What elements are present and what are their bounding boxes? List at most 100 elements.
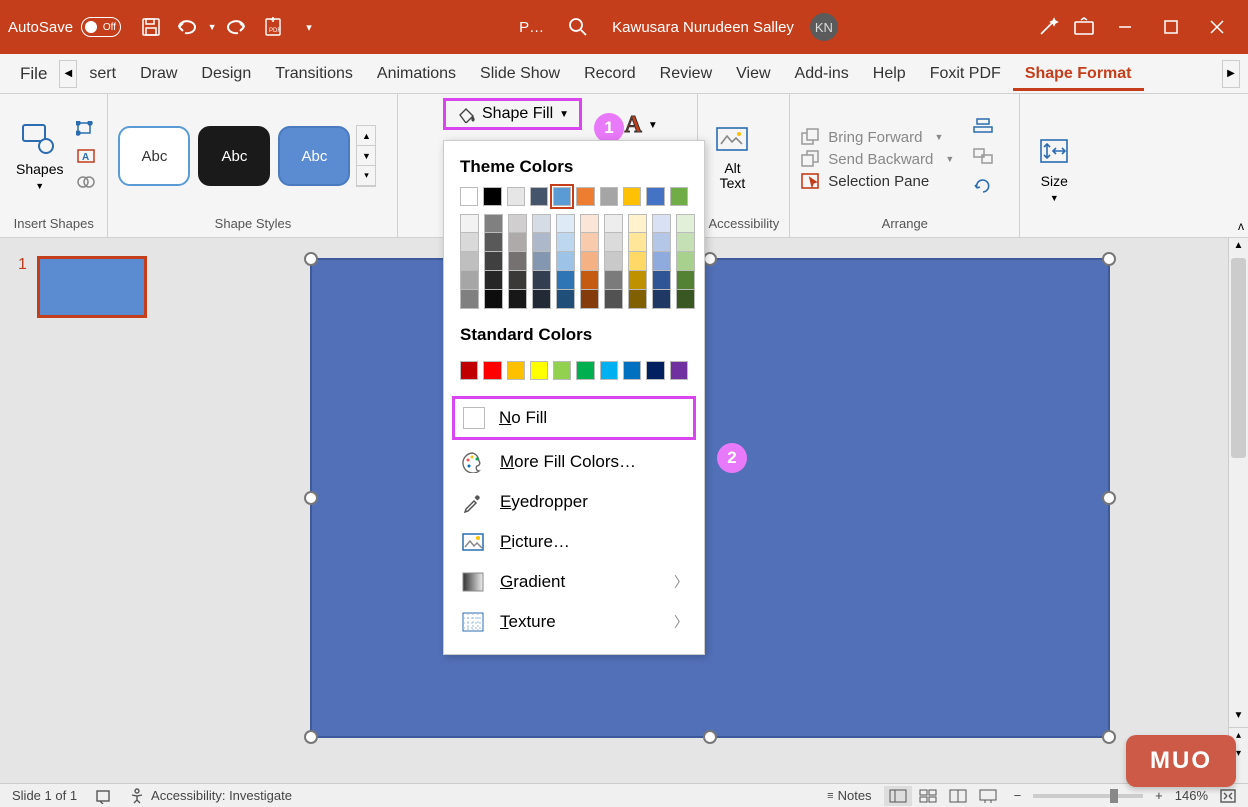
tab-transitions[interactable]: Transitions	[263, 57, 365, 91]
shade-swatch[interactable]	[508, 252, 527, 271]
shade-swatch[interactable]	[580, 252, 599, 271]
theme-color-swatch[interactable]	[646, 187, 664, 206]
sorter-view-icon[interactable]	[914, 786, 942, 806]
shade-swatch[interactable]	[460, 214, 479, 233]
slideshow-view-icon[interactable]	[974, 786, 1002, 806]
shade-swatch[interactable]	[676, 290, 695, 309]
shade-swatch[interactable]	[676, 252, 695, 271]
shade-swatch[interactable]	[580, 271, 599, 290]
shade-swatch[interactable]	[652, 233, 671, 252]
shade-swatch[interactable]	[676, 233, 695, 252]
shade-swatch[interactable]	[460, 271, 479, 290]
send-backward-button[interactable]: Send Backward▼	[800, 150, 954, 168]
theme-color-swatch[interactable]	[600, 187, 618, 206]
tab-design[interactable]: Design	[189, 57, 263, 91]
zoom-level[interactable]: 146%	[1175, 788, 1208, 803]
magic-wand-icon[interactable]	[1030, 9, 1066, 45]
gallery-more-icon[interactable]: ▾	[357, 166, 375, 186]
notes-button[interactable]: ≡Notes	[827, 788, 871, 803]
tab-record[interactable]: Record	[572, 57, 648, 91]
shade-swatch[interactable]	[604, 252, 623, 271]
shade-swatch[interactable]	[628, 290, 647, 309]
user-avatar[interactable]: KN	[810, 13, 838, 41]
gradient-fill-item[interactable]: Gradient 〉	[444, 562, 704, 602]
shade-swatch[interactable]	[532, 252, 551, 271]
group-icon[interactable]	[972, 146, 994, 166]
texture-fill-item[interactable]: Texture 〉	[444, 602, 704, 642]
standard-color-swatch[interactable]	[460, 361, 478, 380]
tab-view[interactable]: View	[724, 57, 782, 91]
shade-swatch[interactable]	[580, 290, 599, 309]
close-button[interactable]	[1194, 4, 1240, 50]
picture-fill-item[interactable]: Picture…	[444, 522, 704, 562]
vertical-scrollbar[interactable]: ▲ ▼ ▴ ▾	[1228, 238, 1248, 783]
display-mode-icon[interactable]	[1066, 9, 1102, 45]
theme-color-swatch[interactable]	[576, 187, 594, 206]
standard-color-swatch[interactable]	[483, 361, 501, 380]
gallery-up-icon[interactable]: ▲	[357, 126, 375, 146]
autosave-control[interactable]: AutoSave Off	[8, 17, 121, 37]
tab-insert[interactable]: sert	[77, 57, 128, 91]
shade-swatch[interactable]	[652, 290, 671, 309]
theme-color-swatch[interactable]	[553, 187, 571, 206]
standard-color-swatch[interactable]	[623, 361, 641, 380]
save-icon[interactable]	[133, 9, 169, 45]
tab-animations[interactable]: Animations	[365, 57, 468, 91]
standard-color-swatch[interactable]	[670, 361, 688, 380]
shade-swatch[interactable]	[604, 271, 623, 290]
slide-thumbnail-1[interactable]: 1	[18, 256, 162, 318]
standard-color-swatch[interactable]	[507, 361, 525, 380]
rotate-icon[interactable]	[972, 176, 994, 196]
export-pdf-icon[interactable]: PDF	[255, 9, 291, 45]
shade-swatch[interactable]	[580, 233, 599, 252]
theme-color-swatch[interactable]	[623, 187, 641, 206]
size-button[interactable]: Size ▼	[1030, 129, 1078, 207]
tab-help[interactable]: Help	[861, 57, 918, 91]
resize-handle-se[interactable]	[1102, 730, 1116, 744]
style-preset-2[interactable]: Abc	[198, 126, 270, 186]
text-box-icon[interactable]: A	[75, 146, 97, 166]
standard-color-swatch[interactable]	[530, 361, 548, 380]
selection-pane-button[interactable]: Selection Pane	[800, 172, 954, 190]
tab-shape-format[interactable]: Shape Format	[1013, 57, 1144, 91]
undo-icon[interactable]	[169, 9, 205, 45]
zoom-in-button[interactable]: +	[1155, 788, 1163, 803]
style-preset-3[interactable]: Abc	[278, 126, 350, 186]
edit-shape-icon[interactable]	[75, 120, 97, 140]
theme-color-swatch[interactable]	[530, 187, 548, 206]
resize-handle-w[interactable]	[304, 491, 318, 505]
maximize-button[interactable]	[1148, 4, 1194, 50]
more-fill-colors-item[interactable]: More Fill Colors…	[444, 442, 704, 482]
align-icon[interactable]	[972, 116, 994, 136]
shade-swatch[interactable]	[604, 233, 623, 252]
standard-color-swatch[interactable]	[553, 361, 571, 380]
scrollbar-thumb[interactable]	[1231, 258, 1246, 458]
shade-swatch[interactable]	[556, 271, 575, 290]
shade-swatch[interactable]	[460, 290, 479, 309]
shapes-button[interactable]: Shapes ▼	[10, 117, 69, 195]
qat-overflow-icon[interactable]: ▾	[291, 9, 327, 45]
tab-scroll-left[interactable]: ◀	[59, 60, 77, 88]
resize-handle-ne[interactable]	[1102, 252, 1116, 266]
undo-dropdown-icon[interactable]: ▼	[205, 9, 219, 45]
redo-icon[interactable]	[219, 9, 255, 45]
resize-handle-s[interactable]	[703, 730, 717, 744]
shade-swatch[interactable]	[484, 233, 503, 252]
reading-view-icon[interactable]	[944, 786, 972, 806]
shade-swatch[interactable]	[484, 252, 503, 271]
theme-color-swatch[interactable]	[460, 187, 478, 206]
zoom-slider[interactable]	[1033, 794, 1143, 798]
spellcheck-icon[interactable]	[95, 788, 111, 804]
normal-view-icon[interactable]	[884, 786, 912, 806]
tab-scroll-right[interactable]: ▶	[1222, 60, 1240, 88]
tab-addins[interactable]: Add-ins	[783, 57, 861, 91]
merge-shapes-icon[interactable]	[75, 172, 97, 192]
minimize-button[interactable]	[1102, 4, 1148, 50]
shade-swatch[interactable]	[604, 290, 623, 309]
selected-rectangle-shape[interactable]	[310, 258, 1110, 738]
theme-color-swatch[interactable]	[670, 187, 688, 206]
bring-forward-button[interactable]: Bring Forward▼	[800, 128, 954, 146]
shade-swatch[interactable]	[652, 271, 671, 290]
shade-swatch[interactable]	[532, 271, 551, 290]
shade-swatch[interactable]	[484, 271, 503, 290]
